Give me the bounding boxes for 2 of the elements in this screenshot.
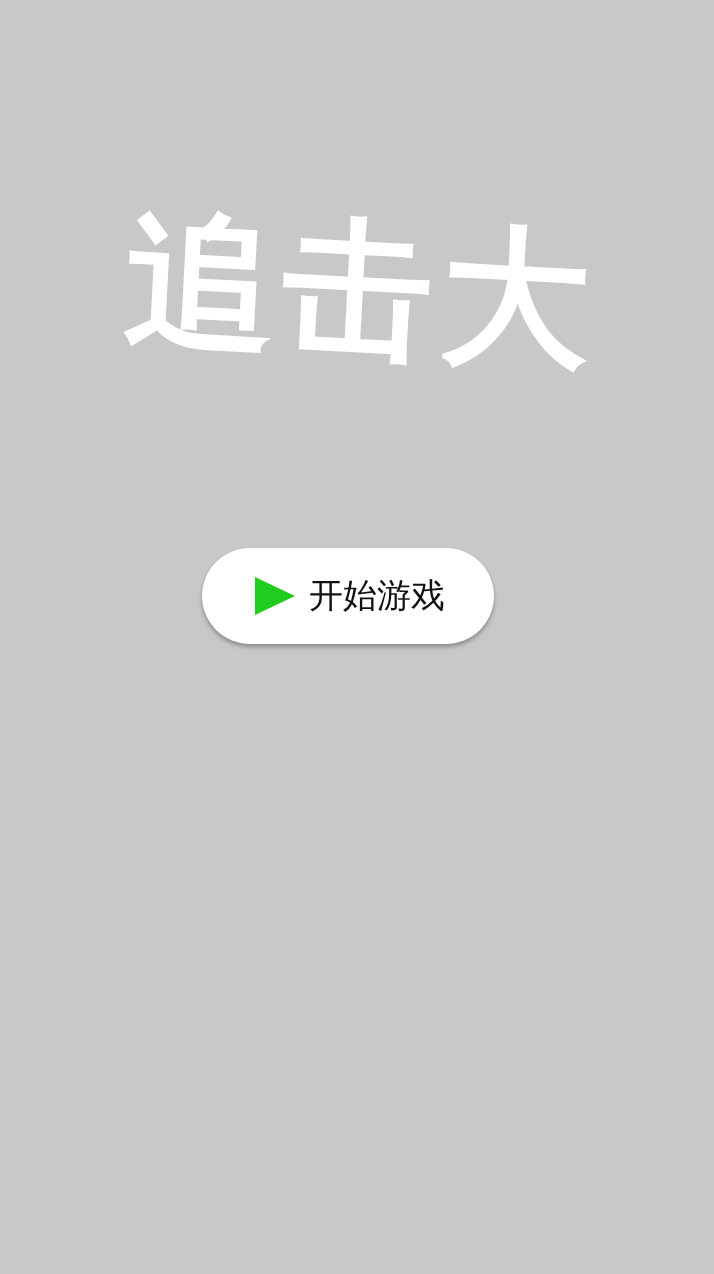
start-game-button[interactable]: 开始游戏 — [202, 547, 494, 644]
play-icon — [255, 576, 295, 615]
